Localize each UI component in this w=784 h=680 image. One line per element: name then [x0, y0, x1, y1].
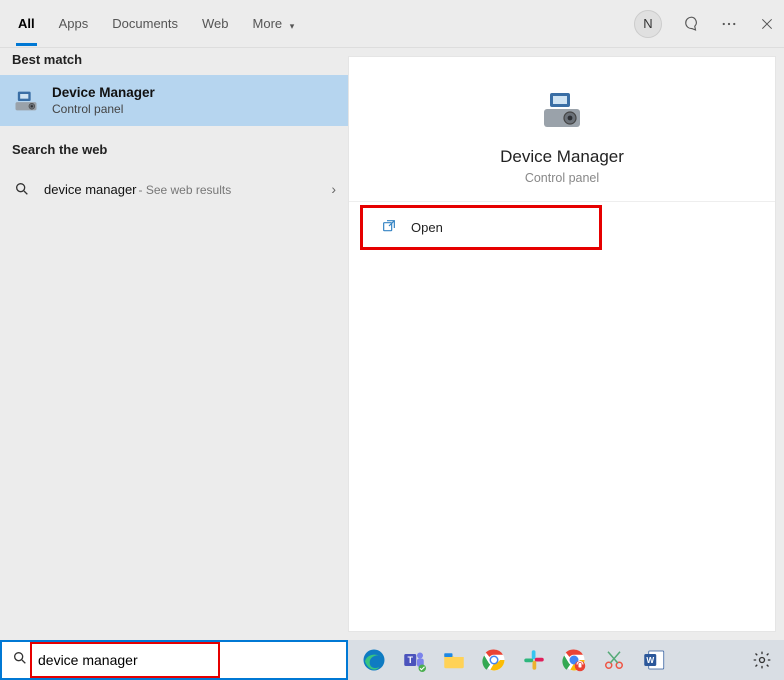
settings-icon[interactable]: [750, 648, 774, 672]
tab-more-label: More: [253, 16, 283, 31]
results-list: Best match Device Manager Control panel …: [0, 48, 348, 640]
taskbar: T W: [0, 640, 784, 680]
svg-text:T: T: [408, 655, 414, 665]
best-match-label: Best match: [0, 48, 348, 75]
open-action[interactable]: Open: [361, 206, 601, 249]
web-result-hint: - See web results: [139, 183, 232, 197]
open-action-label: Open: [411, 220, 443, 235]
tab-web[interactable]: Web: [202, 2, 229, 45]
taskbar-apps: T W: [348, 646, 668, 674]
word-icon[interactable]: W: [640, 646, 668, 674]
tab-apps[interactable]: Apps: [59, 2, 89, 45]
search-results-panel: All Apps Documents Web More ▾ N Best mat…: [0, 0, 784, 640]
taskbar-search-box[interactable]: [0, 640, 348, 680]
tab-documents[interactable]: Documents: [112, 2, 178, 45]
best-match-title: Device Manager: [52, 85, 155, 100]
preview-subtitle: Control panel: [525, 171, 599, 185]
svg-text:W: W: [646, 656, 654, 665]
chevron-down-icon: ▾: [290, 21, 295, 31]
search-icon: [12, 650, 28, 671]
more-options-icon[interactable]: [720, 15, 738, 33]
open-icon: [381, 218, 397, 237]
tab-more[interactable]: More ▾: [253, 2, 295, 45]
snipping-tool-icon[interactable]: [600, 646, 628, 674]
device-manager-icon: [12, 87, 40, 115]
search-input[interactable]: [38, 652, 336, 668]
chrome-icon[interactable]: [480, 646, 508, 674]
web-result-query: device manager: [44, 182, 137, 197]
preview-title: Device Manager: [500, 147, 624, 167]
best-match-text: Device Manager Control panel: [52, 85, 155, 116]
avatar[interactable]: N: [634, 10, 662, 38]
teams-icon[interactable]: T: [400, 646, 428, 674]
edge-icon[interactable]: [360, 646, 388, 674]
device-manager-icon: [538, 87, 586, 135]
slack-icon[interactable]: [520, 646, 548, 674]
feedback-icon[interactable]: [682, 15, 700, 33]
preview-header: Device Manager Control panel: [349, 57, 775, 202]
file-explorer-icon[interactable]: [440, 646, 468, 674]
search-web-label: Search the web: [0, 126, 348, 165]
preview-pane: Device Manager Control panel Open: [348, 56, 776, 632]
header-right: N: [634, 10, 776, 38]
search-icon: [12, 175, 32, 203]
best-match-subtitle: Control panel: [52, 102, 155, 116]
chrome-canary-icon[interactable]: [560, 646, 588, 674]
tab-all[interactable]: All: [18, 2, 35, 45]
best-match-item[interactable]: Device Manager Control panel: [0, 75, 348, 126]
search-header: All Apps Documents Web More ▾ N: [0, 0, 784, 48]
web-result-item[interactable]: device manager - See web results ›: [0, 165, 348, 213]
search-body: Best match Device Manager Control panel …: [0, 48, 784, 640]
close-icon[interactable]: [758, 15, 776, 33]
search-tabs: All Apps Documents Web More ▾: [18, 2, 294, 45]
web-result-text: device manager - See web results: [44, 182, 231, 197]
chevron-right-icon: ›: [331, 181, 336, 197]
